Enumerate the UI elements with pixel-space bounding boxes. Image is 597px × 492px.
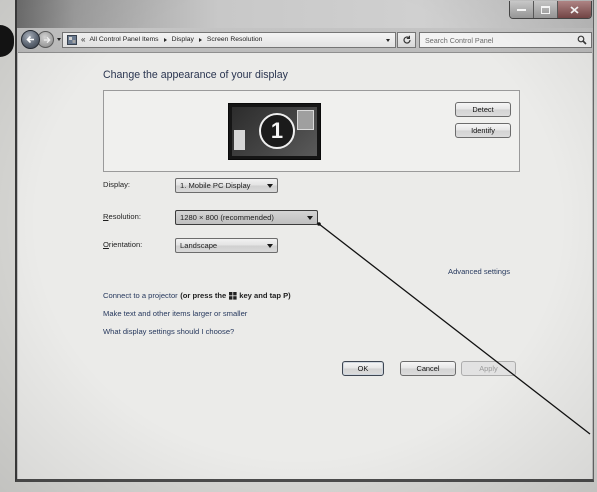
close-icon [570,5,579,14]
recent-pages-dropdown-icon [56,37,61,41]
cancel-button[interactable]: Cancel [400,361,456,376]
projector-row: Connect to a projector (or press the key… [103,291,291,300]
desktop-gadget-thumbnail [234,130,245,150]
projector-hint-start: (or press the [180,291,227,300]
refresh-button[interactable] [397,32,416,48]
display-label: Display: [103,180,131,189]
apply-button[interactable]: Apply [461,361,516,376]
control-panel-icon [67,35,77,45]
search-box [419,32,592,48]
breadcrumb-display[interactable]: Display [172,36,194,44]
forward-arrow-icon [43,36,51,43]
display-select-value: 1. Mobile PC Display [180,181,251,190]
breadcrumb-overflow-button[interactable]: « [81,36,85,44]
step-marker [0,25,14,57]
display-select[interactable]: 1. Mobile PC Display [175,178,278,193]
window-controls [509,1,592,19]
orientation-select-value: Landscape [180,241,218,250]
dropdown-arrow-icon [307,216,313,220]
back-arrow-icon [26,35,34,44]
title-bar[interactable] [17,0,593,28]
chevron-right-icon[interactable] [163,38,167,42]
address-dropdown-icon[interactable] [386,39,390,42]
projector-hint-end: key and tap P) [239,291,291,300]
breadcrumb-all-control-panel-items[interactable]: All Control Panel Items [89,36,158,44]
refresh-icon [402,35,411,44]
chevron-right-icon[interactable] [198,38,202,42]
windows-logo-icon [228,291,237,300]
recent-pages-button[interactable] [55,34,62,44]
maximize-button[interactable] [534,1,558,18]
orientation-select[interactable]: Landscape [175,238,278,253]
resolution-select-value: 1280 × 800 (recommended) [180,213,274,222]
maximize-icon [541,5,551,14]
detect-button[interactable]: Detect [455,102,511,117]
search-input[interactable] [420,33,570,47]
monitor-number-badge: 1 [259,113,295,149]
resolution-select[interactable]: 1280 × 800 (recommended) [175,210,318,225]
dropdown-arrow-icon [267,184,273,188]
page-title: Change the appearance of your display [103,69,288,81]
text-size-link[interactable]: Make text and other items larger or smal… [103,309,247,318]
orientation-label: Orientation: [103,240,143,249]
desktop-window-thumbnail [297,110,314,130]
screen-resolution-window: « All Control Panel Items Display Screen… [0,0,597,492]
minimize-button[interactable] [510,1,535,18]
identify-button[interactable]: Identify [455,123,511,138]
dropdown-arrow-icon [267,244,273,248]
breadcrumb-screen-resolution[interactable]: Screen Resolution [207,36,263,44]
close-button[interactable] [557,1,591,18]
connect-projector-link[interactable]: Connect to a projector [103,291,178,300]
resolution-label: Resolution: [103,212,141,221]
address-bar[interactable]: « All Control Panel Items Display Screen… [62,32,396,48]
minimize-icon [517,8,527,11]
ok-button[interactable]: OK [342,361,384,376]
back-button[interactable] [21,30,40,49]
display-help-link[interactable]: What display settings should I choose? [103,327,234,336]
search-icon[interactable] [577,35,587,45]
advanced-settings-link[interactable]: Advanced settings [448,267,510,276]
